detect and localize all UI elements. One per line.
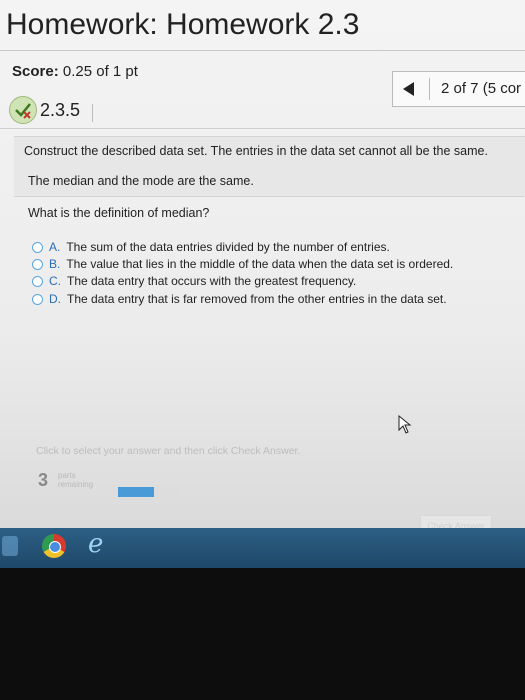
option-text[interactable]: The data entry that is far removed from …: [67, 292, 447, 306]
option-letter: D.: [49, 292, 61, 306]
answer-option-b[interactable]: B. The value that lies in the middle of …: [32, 257, 453, 271]
score-label: Score:: [12, 63, 59, 80]
option-text[interactable]: The value that lies in the middle of the…: [66, 257, 453, 271]
instruction-text: Construct the described data set. The en…: [24, 144, 488, 158]
question-number-divider: [92, 104, 93, 122]
question-navigator: 2 of 7 (5 cor: [392, 71, 525, 107]
condition-text: The median and the mode are the same.: [28, 174, 254, 188]
page-title: Homework: Homework 2.3: [6, 8, 360, 41]
answer-option-c[interactable]: C. The data entry that occurs with the g…: [32, 274, 356, 288]
radio-button[interactable]: [32, 293, 43, 305]
chrome-icon[interactable]: [42, 534, 66, 558]
mouse-pointer-icon: [398, 414, 414, 440]
question-divider: [0, 128, 525, 129]
radio-button[interactable]: [32, 241, 43, 253]
prompt-divider: [14, 196, 524, 197]
parts-remaining-label: parts remaining: [58, 471, 94, 489]
start-icon[interactable]: [2, 536, 18, 556]
homework-window: Homework: Homework 2.3 Score: 0.25 of 1 …: [0, 0, 525, 548]
taskbar: e: [0, 528, 525, 568]
option-text[interactable]: The sum of the data entries divided by t…: [66, 240, 390, 254]
option-letter: A.: [49, 240, 61, 254]
title-divider: [0, 50, 525, 51]
option-text[interactable]: The data entry that occurs with the grea…: [67, 274, 356, 288]
nav-divider: [429, 78, 430, 100]
option-letter: C.: [49, 274, 61, 288]
arrow-left-icon[interactable]: [403, 82, 414, 96]
option-letter: B.: [49, 257, 61, 271]
question-prompt: What is the definition of median?: [28, 206, 210, 220]
instruction-hint: Click to select your answer and then cli…: [36, 445, 301, 457]
answer-option-d[interactable]: D. The data entry that is far removed fr…: [32, 292, 447, 306]
parts-progress-fill: [118, 487, 154, 497]
radio-button[interactable]: [32, 275, 43, 287]
question-count[interactable]: 2 of 7 (5 cor: [441, 80, 521, 97]
score-display: Score: 0.25 of 1 pt: [12, 63, 138, 80]
monitor-bezel: [0, 568, 525, 700]
radio-button[interactable]: [32, 258, 43, 270]
internet-explorer-icon[interactable]: e: [88, 530, 103, 558]
answer-option-a[interactable]: A. The sum of the data entries divided b…: [32, 240, 390, 254]
partial-check-icon: [9, 96, 37, 124]
score-value: 0.25 of 1 pt: [62, 63, 138, 80]
parts-remaining-count: 3: [38, 470, 49, 490]
parts-progress-bar: [118, 487, 178, 497]
question-number: 2.3.5: [40, 100, 81, 120]
